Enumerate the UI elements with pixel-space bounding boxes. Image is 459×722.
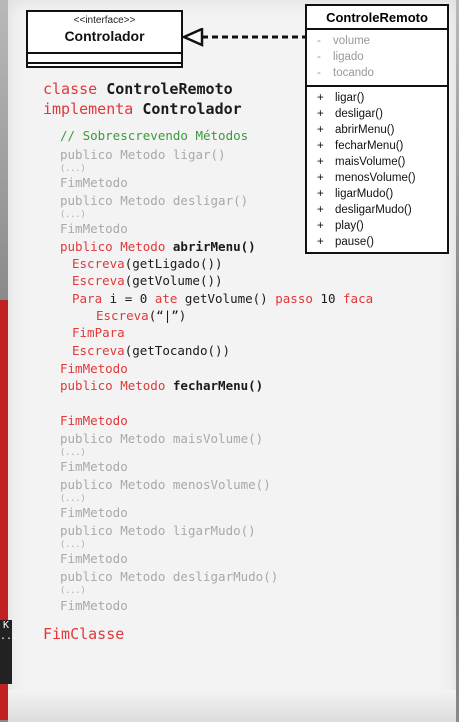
end-method: FimMetodo xyxy=(60,505,128,520)
para-loop: Para i = 0 ate getVolume() passo 10 faca xyxy=(72,291,374,306)
uml-method: + ligarMudo() xyxy=(317,188,394,200)
ellipsis: (...) xyxy=(60,210,86,220)
escreva-bar: Escreva(“|”) xyxy=(96,308,187,323)
method-desligarMudo: publico Metodo desligarMudo() xyxy=(60,569,279,584)
end-method: FimMetodo xyxy=(60,413,128,428)
escreva-ligado: Escreva(getLigado()) xyxy=(72,256,223,271)
end-method: FimMetodo xyxy=(60,361,128,376)
end-method: FimMetodo xyxy=(60,175,128,190)
uml-interface-name: Controlador xyxy=(64,28,145,44)
paper-bottom-edge xyxy=(8,690,456,722)
escreva-tocando: Escreva(getTocando()) xyxy=(72,343,231,358)
end-method: FimMetodo xyxy=(60,551,128,566)
overlay-tab[interactable]: K ... xyxy=(0,620,18,684)
method-menosVolume: publico Metodo menosVolume() xyxy=(60,477,271,492)
ellipsis: (...) xyxy=(60,494,86,504)
method-desligar: publico Metodo desligar() xyxy=(60,193,249,208)
ellipsis: (...) xyxy=(60,448,86,458)
uml-method: + ligar() xyxy=(317,92,365,104)
uml-method: + fecharMenu() xyxy=(317,140,404,152)
end-method: FimMetodo xyxy=(60,221,128,236)
ellipsis: (...) xyxy=(60,540,86,550)
code-comment: // Sobrescrevendo Métodos xyxy=(60,128,249,143)
uml-class-name: ControleRemoto xyxy=(307,6,447,30)
end-method: FimMetodo xyxy=(60,459,128,474)
uml-method: + play() xyxy=(317,220,364,232)
end-class: FimClasse xyxy=(43,625,125,643)
uml-attribute-list: - volume - ligado - tocando xyxy=(307,30,447,87)
ellipsis: (...) xyxy=(60,586,86,596)
method-fecharMenu: publico Metodo fecharMenu() xyxy=(60,378,264,393)
end-method: FimMetodo xyxy=(60,598,128,613)
uml-class-box: ControleRemoto - volume - ligado - tocando … xyxy=(305,4,449,254)
uml-attribute: - tocando xyxy=(317,67,374,79)
method-ligarMudo: publico Metodo ligarMudo() xyxy=(60,523,256,538)
uml-method-list: + ligar() + desligar() + abrirMenu() + fecha… xyxy=(307,87,447,250)
uml-interface-stereotype: <<interface>> xyxy=(73,15,136,26)
uml-method: + desligar() xyxy=(317,108,383,120)
method-abrirMenu: publico Metodo abrirMenu() xyxy=(60,239,256,254)
uml-divider xyxy=(28,52,181,54)
method-ligar: publico Metodo ligar() xyxy=(60,147,226,162)
escreva-volume: Escreva(getVolume()) xyxy=(72,273,223,288)
uml-divider xyxy=(28,62,181,64)
realization-arrow xyxy=(180,28,306,47)
uml-method: + menosVolume() xyxy=(317,172,416,184)
uml-method: + desligarMudo() xyxy=(317,204,412,216)
method-maisVolume: publico Metodo maisVolume() xyxy=(60,431,264,446)
ellipsis: (...) xyxy=(60,164,86,174)
class-declaration: classe ControleRemoto xyxy=(43,80,233,98)
uml-attribute: - ligado xyxy=(317,51,364,63)
uml-method: + maisVolume() xyxy=(317,156,406,168)
uml-interface-box: <<interface>> Controlador xyxy=(26,10,183,68)
uml-attribute: - volume xyxy=(317,35,371,47)
uml-method: + pause() xyxy=(317,236,374,248)
implements-declaration: implementa Controlador xyxy=(43,100,242,118)
uml-method: + abrirMenu() xyxy=(317,124,395,136)
end-loop: FimPara xyxy=(72,325,125,340)
